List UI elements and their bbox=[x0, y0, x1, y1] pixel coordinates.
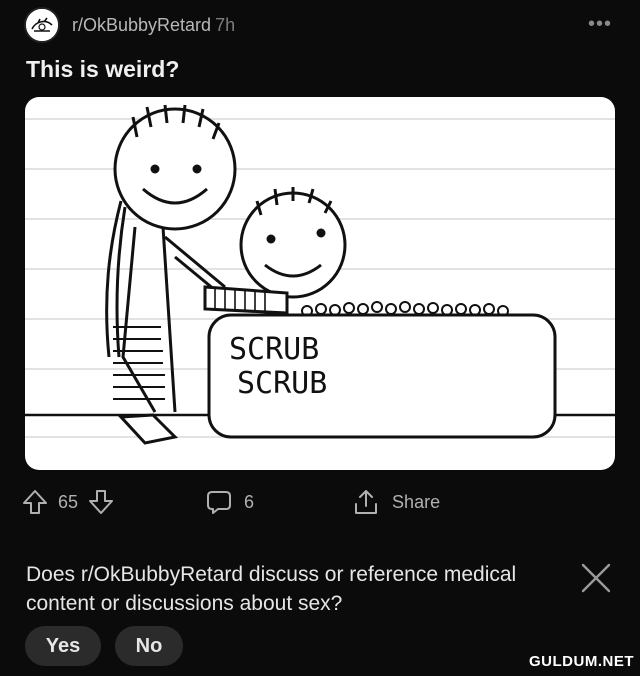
no-button[interactable]: No bbox=[115, 626, 183, 666]
comment-count: 6 bbox=[244, 491, 255, 512]
more-options-icon[interactable]: ••• bbox=[588, 13, 612, 36]
post-age: 7h bbox=[215, 14, 236, 35]
upvote-icon[interactable] bbox=[22, 488, 48, 516]
downvote-icon[interactable] bbox=[88, 488, 114, 516]
yes-button[interactable]: Yes bbox=[25, 626, 101, 666]
post-image[interactable]: SCRUB SCRUB bbox=[25, 97, 615, 470]
post-actions-bar: 65 6 Share bbox=[22, 482, 622, 522]
vote-controls: 65 bbox=[22, 488, 114, 516]
watermark: GULDUM.NET bbox=[529, 653, 634, 670]
vote-count: 65 bbox=[58, 491, 79, 512]
post-title[interactable]: This is weird? bbox=[26, 56, 179, 83]
survey-question: Does r/OkBubbyRetard discuss or referenc… bbox=[26, 563, 517, 615]
comments-button[interactable]: 6 bbox=[194, 488, 254, 516]
comic-caption-line1: SCRUB bbox=[229, 332, 319, 367]
comment-icon bbox=[206, 488, 232, 516]
subreddit-avatar-icon[interactable] bbox=[24, 7, 60, 43]
subreddit-name[interactable]: r/OkBubbyRetard bbox=[72, 15, 211, 36]
close-icon[interactable] bbox=[580, 562, 612, 594]
share-icon bbox=[352, 488, 380, 516]
comic-caption-line2: SCRUB bbox=[237, 366, 327, 401]
post-header: r/OkBubbyRetard 7h ••• bbox=[24, 5, 616, 45]
share-label: Share bbox=[392, 491, 441, 512]
comic-drawing: SCRUB SCRUB bbox=[25, 104, 615, 445]
share-button[interactable]: Share bbox=[340, 488, 440, 516]
